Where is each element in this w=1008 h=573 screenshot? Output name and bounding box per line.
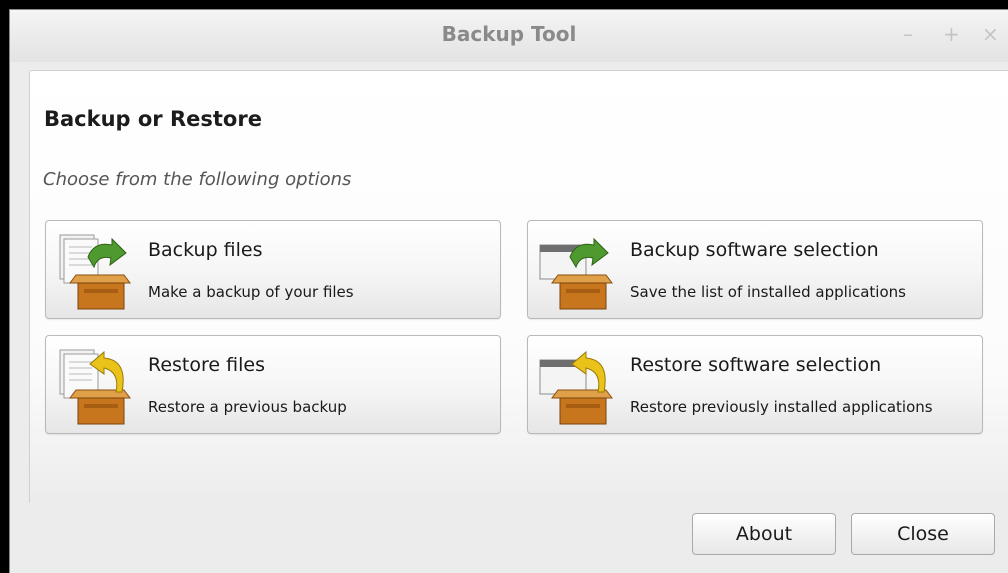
window-title: Backup Tool bbox=[441, 22, 577, 46]
option-description: Restore previously installed application… bbox=[630, 398, 933, 416]
option-title: Backup files bbox=[148, 239, 263, 261]
about-button[interactable]: About bbox=[692, 513, 836, 555]
backup-software-icon bbox=[539, 237, 613, 310]
backup-tool-window: Backup Tool – + × Backup or Restore Choo… bbox=[9, 9, 1008, 573]
restore-software-icon bbox=[539, 350, 613, 425]
page-subtitle: Choose from the following options bbox=[43, 169, 352, 190]
option-title: Restore files bbox=[148, 354, 265, 376]
close-button[interactable]: Close bbox=[851, 513, 995, 555]
option-title: Backup software selection bbox=[630, 239, 879, 261]
option-description: Restore a previous backup bbox=[148, 398, 347, 416]
backup-files-button[interactable]: Backup files Make a backup of your files bbox=[45, 220, 501, 319]
backup-files-icon bbox=[59, 234, 131, 310]
restore-software-selection-button[interactable]: Restore software selection Restore previ… bbox=[527, 335, 983, 434]
main-panel: Backup or Restore Choose from the follow… bbox=[29, 70, 1008, 503]
page-title: Backup or Restore bbox=[44, 107, 262, 131]
title-bar[interactable]: Backup Tool – + × bbox=[10, 10, 1008, 62]
close-window-button[interactable]: × bbox=[982, 22, 999, 46]
option-title: Restore software selection bbox=[630, 354, 882, 376]
restore-files-icon bbox=[59, 349, 131, 425]
maximize-button[interactable]: + bbox=[943, 22, 960, 46]
option-description: Save the list of installed applications bbox=[630, 283, 906, 301]
restore-files-button[interactable]: Restore files Restore a previous backup bbox=[45, 335, 501, 434]
backup-software-selection-button[interactable]: Backup software selection Save the list … bbox=[527, 220, 983, 319]
option-description: Make a backup of your files bbox=[148, 283, 354, 301]
minimize-button[interactable]: – bbox=[903, 22, 913, 46]
